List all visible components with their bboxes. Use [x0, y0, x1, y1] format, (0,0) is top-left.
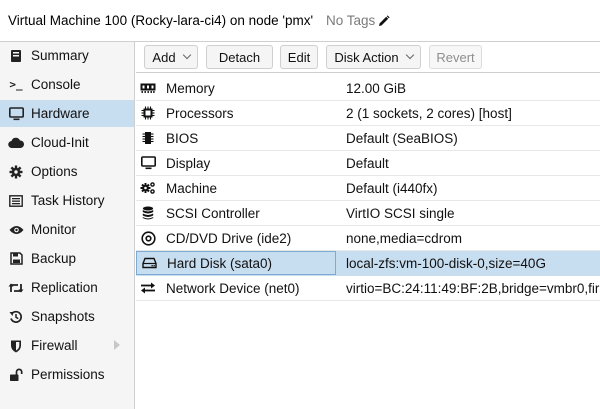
sidebar-item-cloud-init[interactable]: Cloud-Init: [0, 129, 134, 156]
page-title: Virtual Machine 100 (Rocky-lara-ci4) on …: [8, 13, 314, 28]
hardware-toolbar: Add Detach Edit Disk Action Revert: [136, 42, 600, 73]
floppy-icon: [8, 251, 24, 267]
terminal-icon: >_: [9, 78, 23, 91]
disk-action-button[interactable]: Disk Action: [326, 45, 421, 69]
eye-icon: [8, 222, 24, 238]
tags-label: No Tags: [326, 13, 376, 28]
sidebar-item-label: Snapshots: [31, 309, 95, 324]
sidebar-item-label: Replication: [31, 280, 98, 295]
sidebar-item-permissions[interactable]: Permissions: [0, 361, 134, 388]
hardware-value: local-zfs:vm-100-disk-0,size=40G: [346, 255, 546, 271]
add-button[interactable]: Add: [144, 45, 198, 69]
hardware-key: Display: [166, 155, 211, 171]
sidebar-item-label: Options: [31, 164, 78, 179]
sidebar-item-task-history[interactable]: Task History: [0, 187, 134, 214]
revert-button-label: Revert: [436, 49, 475, 65]
hardware-value: none,media=cdrom: [346, 230, 462, 246]
hardware-key: BIOS: [166, 130, 199, 146]
database-icon: [140, 205, 156, 221]
sidebar-item-label: Firewall: [31, 338, 78, 353]
shield-icon: [8, 338, 24, 354]
hardware-key: Network Device (net0): [166, 280, 300, 296]
hardware-key: Processors: [166, 105, 234, 121]
hardware-grid: Memory 12.00 GiB Processors 2 (1 sockets…: [136, 75, 600, 409]
sidebar-item-options[interactable]: Options: [0, 158, 134, 185]
list-icon: [8, 193, 24, 209]
title-bar: Virtual Machine 100 (Rocky-lara-ci4) on …: [0, 0, 600, 42]
hardware-value: virtio=BC:24:11:49:BF:2B,bridge=vmbr0,fi…: [346, 280, 600, 296]
sidebar-item-label: Hardware: [31, 106, 90, 121]
cpu-icon: [140, 105, 156, 121]
cogs-icon: [140, 180, 156, 196]
edit-button-label: Edit: [287, 49, 311, 65]
chevron-down-icon: [405, 50, 414, 60]
detach-button[interactable]: Detach: [206, 45, 273, 69]
hardware-row-bios[interactable]: BIOS Default (SeaBIOS): [136, 126, 600, 151]
desktop-icon: [140, 155, 156, 171]
hardware-key: CD/DVD Drive (ide2): [166, 230, 292, 246]
expand-arrow-icon[interactable]: [114, 340, 120, 350]
exchange-icon: [140, 280, 156, 296]
hardware-value: Default: [346, 155, 389, 171]
sidebar-item-label: Console: [31, 77, 81, 92]
hardware-value: Default (i440fx): [346, 180, 438, 196]
revert-button[interactable]: Revert: [429, 45, 482, 69]
pencil-icon[interactable]: [378, 14, 390, 27]
hardware-key: Memory: [166, 80, 215, 96]
hardware-row-cd-dvd-drive[interactable]: CD/DVD Drive (ide2) none,media=cdrom: [136, 226, 600, 251]
sidebar-item-label: Permissions: [31, 367, 105, 382]
retweet-icon: [8, 280, 24, 296]
gear-icon: [8, 164, 24, 180]
sidebar-item-label: Monitor: [31, 222, 77, 237]
hardware-value: 2 (1 sockets, 2 cores) [host]: [346, 105, 512, 121]
sidebar-item-label: Backup: [31, 251, 77, 266]
detach-button-label: Detach: [218, 49, 261, 65]
sidebar-item-replication[interactable]: Replication: [0, 274, 134, 301]
cloud-icon: [8, 135, 24, 151]
hardware-key: SCSI Controller: [166, 205, 260, 221]
sidebar-item-label: Summary: [31, 48, 89, 63]
desktop-icon: [8, 106, 24, 122]
hardware-value: 12.00 GiB: [346, 80, 407, 96]
book-icon: [8, 48, 24, 64]
disk-action-label: Disk Action: [334, 49, 399, 65]
sidebar-item-label: Task History: [31, 193, 105, 208]
hardware-row-network-device[interactable]: Network Device (net0) virtio=BC:24:11:49…: [136, 276, 600, 301]
chevron-down-icon: [182, 50, 191, 60]
hdd-icon: [141, 255, 157, 271]
sidebar-item-console[interactable]: >_ Console: [0, 71, 134, 98]
hardware-value: Default (SeaBIOS): [346, 130, 458, 146]
cdrom-icon: [140, 230, 156, 246]
hardware-row-display[interactable]: Display Default: [136, 151, 600, 176]
tags-editor[interactable]: No Tags: [326, 13, 390, 28]
sidebar-item-summary[interactable]: Summary: [0, 42, 134, 69]
sidebar-item-firewall[interactable]: Firewall: [0, 332, 134, 359]
memory-icon: [140, 80, 156, 96]
history-icon: [8, 309, 24, 325]
hardware-row-machine[interactable]: Machine Default (i440fx): [136, 176, 600, 201]
hardware-value: VirtIO SCSI single: [346, 205, 455, 221]
hardware-key: Hard Disk (sata0): [167, 255, 273, 271]
hardware-key: Machine: [166, 180, 218, 196]
sidebar-item-label: Cloud-Init: [31, 135, 89, 150]
hardware-row-memory[interactable]: Memory 12.00 GiB: [136, 76, 600, 101]
microchip-icon: [140, 130, 156, 146]
sidebar-item-hardware[interactable]: Hardware: [0, 100, 134, 127]
sidebar-item-backup[interactable]: Backup: [0, 245, 134, 272]
sidebar-item-snapshots[interactable]: Snapshots: [0, 303, 134, 330]
edit-button[interactable]: Edit: [280, 45, 318, 69]
hardware-row-processors[interactable]: Processors 2 (1 sockets, 2 cores) [host]: [136, 101, 600, 126]
hardware-row-hard-disk[interactable]: Hard Disk (sata0) local-zfs:vm-100-disk-…: [136, 251, 600, 276]
sidebar: Summary >_ Console Hardware Cloud-Init O…: [0, 42, 135, 409]
unlock-icon: [8, 367, 24, 383]
hardware-row-scsi-controller[interactable]: SCSI Controller VirtIO SCSI single: [136, 201, 600, 226]
sidebar-item-monitor[interactable]: Monitor: [0, 216, 134, 243]
add-button-label: Add: [152, 49, 176, 65]
